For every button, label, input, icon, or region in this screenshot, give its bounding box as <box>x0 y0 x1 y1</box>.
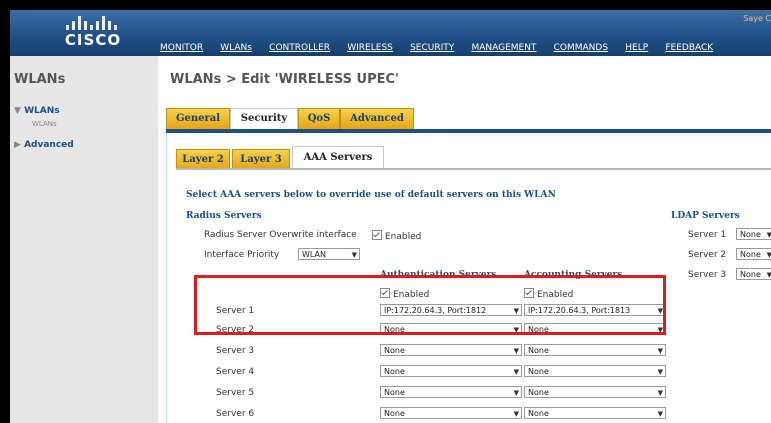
acct-server-4-select[interactable]: None ▼ <box>524 365 666 377</box>
radius-server-6-label: Server 6 <box>216 409 255 419</box>
dropdown-arrow-icon: ▼ <box>513 347 519 355</box>
ldap-section-title: LDAP Servers <box>671 211 740 221</box>
collapsed-triangle-icon: ▶ <box>14 140 21 150</box>
intro-text: Select AAA servers below to override use… <box>186 190 556 200</box>
menu-wlans[interactable]: WLANs <box>220 43 252 53</box>
select-value: None <box>528 409 549 418</box>
ldap-server-3-label: Server 3 <box>688 270 727 280</box>
subtab-layer3[interactable]: Layer 3 <box>232 149 290 169</box>
select-value: None <box>740 250 761 259</box>
nav-item-wlans[interactable]: ▼ WLANs <box>14 106 60 116</box>
dropdown-arrow-icon: ▼ <box>767 249 771 259</box>
page-title: WLANs > Edit 'WIRELESS UPEC' <box>170 72 399 87</box>
menu-monitor[interactable]: MONITOR <box>160 43 203 53</box>
menu-security[interactable]: SECURITY <box>410 43 454 53</box>
dropdown-arrow-icon: ▼ <box>513 368 519 376</box>
menu-help[interactable]: HELP <box>625 43 648 53</box>
dropdown-arrow-icon: ▼ <box>657 347 663 355</box>
tab-general[interactable]: General <box>166 108 230 129</box>
select-value: None <box>528 388 549 397</box>
nav-item-label: Advanced <box>24 140 74 150</box>
tab-advanced[interactable]: Advanced <box>340 108 414 129</box>
subtab-layer2[interactable]: Layer 2 <box>176 149 230 169</box>
nav-item-label: WLANs <box>24 106 60 116</box>
menu-feedback[interactable]: FEEDBACK <box>665 43 713 53</box>
radius-server-5-label: Server 5 <box>216 388 255 398</box>
acct-server-6-select[interactable]: None ▼ <box>524 407 666 419</box>
radius-server-3-label: Server 3 <box>216 346 255 356</box>
ldap-server-1-label: Server 1 <box>688 230 727 240</box>
screen: CISCO MONITOR WLANs CONTROLLER WIRELESS … <box>10 10 771 423</box>
main-content: WLANs > Edit 'WIRELESS UPEC' General Sec… <box>158 56 771 423</box>
dropdown-arrow-icon: ▼ <box>351 251 357 259</box>
auth-server-4-select[interactable]: None ▼ <box>380 365 522 377</box>
select-value: None <box>384 367 405 376</box>
select-value: WLAN <box>302 250 327 259</box>
subtab-aaa-servers[interactable]: AAA Servers <box>292 146 384 169</box>
select-value: None <box>384 409 405 418</box>
top-bar: CISCO MONITOR WLANs CONTROLLER WIRELESS … <box>10 10 771 56</box>
ldap-server-2-label: Server 2 <box>688 250 727 260</box>
menu-controller[interactable]: CONTROLLER <box>269 43 330 53</box>
dropdown-arrow-icon: ▼ <box>657 410 663 418</box>
auth-server-3-select[interactable]: None ▼ <box>380 344 522 356</box>
radius-section-title: Radius Servers <box>186 211 262 221</box>
radius-overwrite-option[interactable]: Enabled <box>372 230 421 242</box>
ldap-server-1-select[interactable]: None ▼ <box>736 228 771 240</box>
cisco-logo-bars-icon <box>66 16 117 30</box>
top-menu: MONITOR WLANs CONTROLLER WIRELESS SECURI… <box>160 42 727 54</box>
nav-subitem-wlans[interactable]: WLANs <box>32 120 57 128</box>
expanded-triangle-icon: ▼ <box>14 106 21 116</box>
ldap-server-3-select[interactable]: None ▼ <box>736 268 771 280</box>
acct-server-5-select[interactable]: None ▼ <box>524 386 666 398</box>
radius-server-4-label: Server 4 <box>216 367 255 377</box>
acct-server-3-select[interactable]: None ▼ <box>524 344 666 356</box>
left-nav: WLANs ▼ WLANs WLANs ▶ Advanced <box>10 56 158 423</box>
dropdown-arrow-icon: ▼ <box>767 269 771 279</box>
top-right-link[interactable]: Saye C <box>743 14 771 23</box>
select-value: None <box>384 346 405 355</box>
menu-wireless[interactable]: WIRELESS <box>347 43 393 53</box>
select-value: None <box>528 367 549 376</box>
nav-item-advanced[interactable]: ▶ Advanced <box>14 140 74 150</box>
highlight-box <box>194 275 666 335</box>
select-value: None <box>740 230 761 239</box>
auth-server-5-select[interactable]: None ▼ <box>380 386 522 398</box>
dropdown-arrow-icon: ▼ <box>767 229 771 239</box>
menu-management[interactable]: MANAGEMENT <box>471 43 536 53</box>
overwrite-enabled-label: Enabled <box>385 232 422 242</box>
screenshot-frame: CISCO MONITOR WLANs CONTROLLER WIRELESS … <box>0 0 771 423</box>
select-value: None <box>528 346 549 355</box>
dropdown-arrow-icon: ▼ <box>513 389 519 397</box>
tab-security[interactable]: Security <box>230 108 298 130</box>
radius-overwrite-label: Radius Server Overwrite interface <box>204 230 357 240</box>
cisco-logo[interactable]: CISCO <box>58 16 128 50</box>
dropdown-arrow-icon: ▼ <box>657 368 663 376</box>
main-tab-bar <box>166 129 771 133</box>
select-value: None <box>740 270 761 279</box>
subtab-bar <box>176 168 771 170</box>
interface-priority-select[interactable]: WLAN ▼ <box>298 248 360 260</box>
dropdown-arrow-icon: ▼ <box>657 389 663 397</box>
ldap-server-2-select[interactable]: None ▼ <box>736 248 771 260</box>
cisco-wordmark: CISCO <box>64 31 122 49</box>
interface-priority-label: Interface Priority <box>204 250 280 260</box>
auth-server-6-select[interactable]: None ▼ <box>380 407 522 419</box>
select-value: None <box>384 388 405 397</box>
left-nav-title: WLANs <box>14 72 66 87</box>
menu-commands[interactable]: COMMANDS <box>554 43 608 53</box>
tab-qos[interactable]: QoS <box>298 108 340 129</box>
overwrite-checkbox[interactable] <box>372 230 382 240</box>
dropdown-arrow-icon: ▼ <box>513 410 519 418</box>
